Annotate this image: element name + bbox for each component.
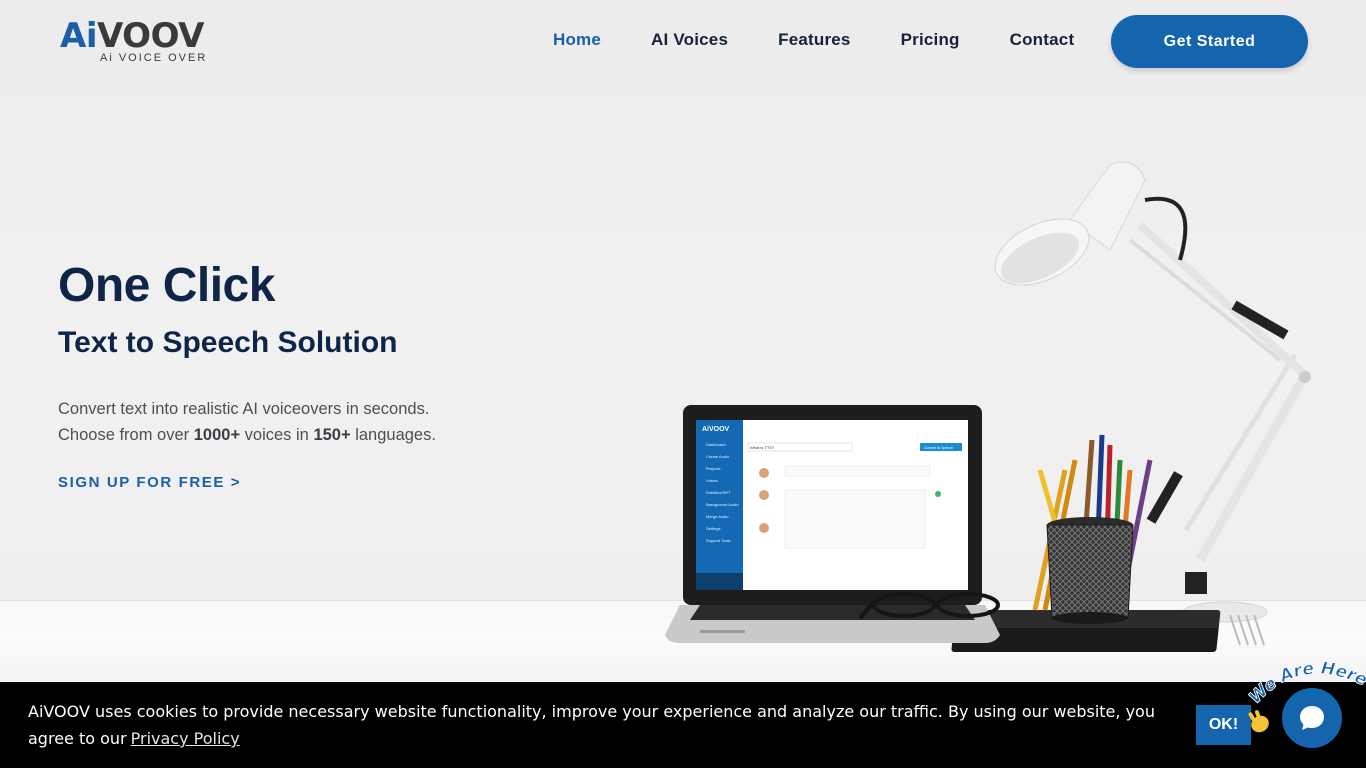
privacy-policy-link[interactable]: Privacy Policy [131,729,240,748]
hero-subtitle: Text to Speech Solution [58,326,398,359]
cookie-ok-button[interactable]: OK! [1196,705,1251,745]
logo-voov: VOOV [96,16,204,56]
sign-up-free-link[interactable]: SIGN UP FOR FREE > [58,474,241,491]
laptop-brand: AiVOOV [702,426,730,433]
nav-pricing[interactable]: Pricing [901,30,960,50]
laptop-menu-7: Settings [706,526,720,531]
laptop: AiVOOV Dashboard Create Audio Projects V… [665,405,1000,643]
logo-tagline: Ai VOICE OVER [100,52,208,64]
chat-widget-button[interactable] [1282,688,1342,748]
laptop-input: What is TTS? [750,445,775,450]
languages-count: 150+ [313,426,351,444]
chat-bubble-icon [1300,706,1324,730]
pencil-cup [1032,434,1153,624]
aivoov-logo[interactable]: AiVOOV Ai VOICE OVER [60,18,220,68]
nav-features[interactable]: Features [778,30,850,50]
logo-ai: Ai [60,16,97,56]
get-started-button[interactable]: Get Started [1111,15,1308,68]
laptop-menu-8: Support Tools [706,538,730,543]
nav-home[interactable]: Home [553,30,601,50]
cookie-banner: AiVOOV uses cookies to provide necessary… [0,682,1366,768]
main-nav: Home AI Voices Features Pricing Contact [553,30,1124,50]
hero-description: Convert text into realistic AI voiceover… [58,396,528,448]
laptop-convert: Convert to Speech [924,446,953,450]
laptop-menu-6: Merge Audio [706,514,729,519]
desk-lamp [994,161,1311,623]
laptop-menu-4: Subtitles/SRT [706,490,731,495]
laptop-menu-3: Voices [706,478,718,483]
hero-illustration: AiVOOV Dashboard Create Audio Projects V… [665,161,1311,652]
nav-ai-voices[interactable]: AI Voices [651,30,728,50]
laptop-menu-1: Create Audio [706,454,730,459]
waving-hand-icon [1248,710,1269,733]
voices-count: 1000+ [193,426,241,444]
laptop-menu-2: Projects [706,466,720,471]
desc-line-2-a: Choose from over [58,426,194,444]
desc-line-2-c: languages. [350,426,436,444]
nav-contact[interactable]: Contact [1010,30,1075,50]
laptop-menu-0: Dashboard [706,442,726,447]
hero-title: One Click [58,259,275,312]
desc-line-2-b: voices in [240,426,314,444]
laptop-menu-5: Background Audio [706,502,739,507]
desc-line-1: Convert text into realistic AI voiceover… [58,400,430,418]
cookie-message: AiVOOV uses cookies to provide necessary… [28,698,1178,752]
